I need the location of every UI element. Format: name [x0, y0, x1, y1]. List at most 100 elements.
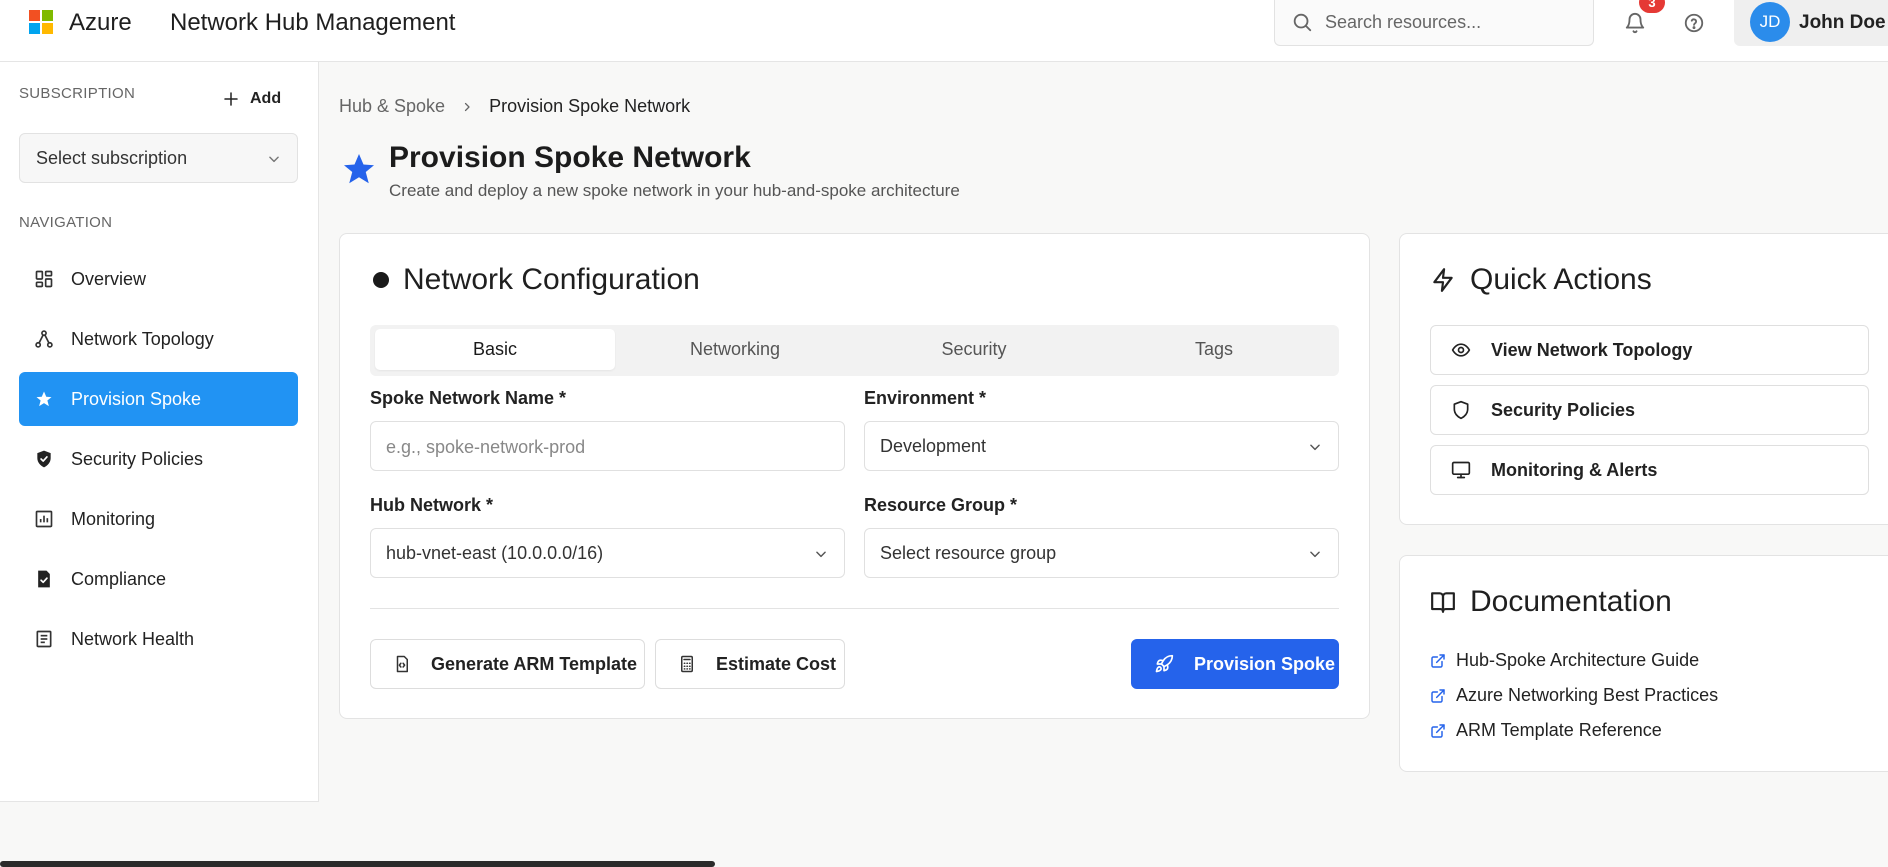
- button-label: Generate ARM Template: [431, 653, 638, 674]
- user-menu[interactable]: JD John Doe: [1734, 0, 1888, 46]
- navigation-section-label: NAVIGATION: [19, 214, 113, 231]
- card-header: Quick Actions: [1430, 263, 1652, 297]
- quick-action-label: View Network Topology: [1491, 339, 1693, 360]
- page-subtitle: Create and deploy a new spoke network in…: [389, 181, 960, 200]
- bell-icon: [1625, 13, 1645, 34]
- doc-link-arm-template-reference[interactable]: ARM Template Reference: [1430, 720, 1662, 741]
- quick-action-monitoring-alerts[interactable]: Monitoring & Alerts: [1430, 445, 1869, 495]
- breadcrumb-parent-link[interactable]: Hub & Spoke: [339, 96, 445, 117]
- list-icon: [33, 628, 55, 650]
- add-subscription-button[interactable]: Add: [222, 86, 281, 112]
- star-icon: [33, 388, 55, 410]
- card-header: Documentation: [1430, 585, 1672, 619]
- chevron-down-icon: [1310, 551, 1320, 558]
- book-icon: [1431, 592, 1455, 613]
- sidebar-item-security-policies[interactable]: Security Policies: [19, 432, 298, 486]
- tab-basic[interactable]: Basic: [375, 329, 615, 370]
- breadcrumb-current: Provision Spoke Network: [489, 96, 691, 116]
- hub-network-value: hub-vnet-east (10.0.0.0/16): [386, 543, 604, 563]
- search-box[interactable]: [1274, 0, 1594, 46]
- sidebar-item-label: Security Policies: [71, 448, 204, 469]
- search-input[interactable]: [1325, 8, 1575, 36]
- shield-icon: [1451, 400, 1471, 420]
- generate-arm-template-button[interactable]: Generate ARM Template: [370, 639, 645, 689]
- doc-link-label: Hub-Spoke Architecture Guide: [1456, 650, 1700, 670]
- resource-group-select[interactable]: Select resource group: [864, 528, 1339, 578]
- external-link-icon: [1431, 653, 1445, 668]
- doc-link-networking-best-practices[interactable]: Azure Networking Best Practices: [1430, 685, 1718, 706]
- notification-badge: 3: [1639, 0, 1665, 13]
- chevron-down-icon: [816, 551, 826, 558]
- doc-link-hub-spoke-guide[interactable]: Hub-Spoke Architecture Guide: [1430, 650, 1699, 671]
- sidebar-item-label: Overview: [71, 268, 147, 289]
- divider: [370, 608, 1339, 609]
- provision-spoke-button[interactable]: Provision Spoke: [1131, 639, 1339, 689]
- subscription-select-value: Select subscription: [36, 148, 188, 168]
- sidebar-item-overview[interactable]: Overview: [19, 252, 298, 306]
- quick-action-security-policies[interactable]: Security Policies: [1430, 385, 1869, 435]
- tab-tags[interactable]: Tags: [1094, 329, 1334, 370]
- top-bar: Azure Network Hub Management 3 JD John D…: [0, 0, 1888, 62]
- tab-security[interactable]: Security: [854, 329, 1094, 370]
- app-title: Network Hub Management: [170, 9, 456, 36]
- chevron-right-icon: [464, 102, 470, 111]
- sidebar: SUBSCRIPTION Add Select subscription NAV…: [0, 62, 319, 802]
- sidebar-item-compliance[interactable]: Compliance: [19, 552, 298, 606]
- sidebar-item-label: Network Topology: [71, 328, 214, 349]
- environment-label: Environment *: [864, 388, 987, 408]
- quick-action-view-topology[interactable]: View Network Topology: [1430, 325, 1869, 375]
- estimate-cost-button[interactable]: Estimate Cost: [655, 639, 845, 689]
- subscription-section-label: SUBSCRIPTION: [19, 85, 136, 102]
- spoke-name-label: Spoke Network Name *: [370, 388, 567, 408]
- card-header: Network Configuration: [373, 263, 700, 297]
- network-configuration-card: Network Configuration Basic Networking S…: [339, 233, 1370, 719]
- environment-value: Development: [880, 436, 987, 456]
- card-title: Network Configuration: [403, 263, 700, 296]
- sidebar-item-monitoring[interactable]: Monitoring: [19, 492, 298, 546]
- tab-networking[interactable]: Networking: [615, 329, 855, 370]
- user-name: John Doe: [1799, 12, 1886, 33]
- subscription-select[interactable]: Select subscription: [19, 133, 298, 183]
- search-icon: [1293, 13, 1312, 32]
- page-title: Provision Spoke Network: [389, 141, 751, 174]
- help-button[interactable]: [1679, 8, 1709, 38]
- hub-network-select[interactable]: hub-vnet-east (10.0.0.0/16): [370, 528, 845, 578]
- doc-link-label: ARM Template Reference: [1456, 720, 1662, 740]
- rocket-icon: [1154, 654, 1174, 674]
- quick-action-label: Monitoring & Alerts: [1491, 459, 1658, 480]
- avatar: JD: [1750, 2, 1790, 42]
- chevron-down-icon: [1310, 444, 1320, 451]
- resource-group-label: Resource Group *: [864, 495, 1018, 515]
- shield-check-icon: [33, 448, 55, 470]
- spoke-name-field[interactable]: [370, 421, 845, 471]
- monitor-icon: [1451, 460, 1471, 480]
- sidebar-item-provision-spoke[interactable]: Provision Spoke: [19, 372, 298, 426]
- quick-action-label: Security Policies: [1491, 399, 1636, 420]
- button-label: Provision Spoke: [1194, 653, 1336, 674]
- chart-icon: [33, 508, 55, 530]
- quick-actions-card: Quick Actions View Network Topology Secu…: [1399, 233, 1888, 525]
- bullet-icon: [373, 272, 389, 288]
- doc-link-label: Azure Networking Best Practices: [1456, 685, 1719, 705]
- help-icon: [1684, 13, 1704, 33]
- horizontal-scrollbar[interactable]: [0, 861, 715, 867]
- card-title: Quick Actions: [1470, 263, 1652, 296]
- star-icon: [344, 154, 374, 184]
- breadcrumb: Hub & Spoke Provision Spoke Network: [339, 96, 690, 117]
- external-link-icon: [1431, 688, 1445, 703]
- card-title: Documentation: [1470, 585, 1672, 618]
- sidebar-item-network-topology[interactable]: Network Topology: [19, 312, 298, 366]
- sidebar-item-label: Provision Spoke: [71, 388, 202, 409]
- external-link-icon: [1431, 723, 1445, 738]
- microsoft-logo: [29, 10, 53, 34]
- environment-select[interactable]: Development: [864, 421, 1339, 471]
- add-label: Add: [250, 90, 282, 107]
- config-tabs: Basic Networking Security Tags: [370, 325, 1339, 376]
- spoke-name-input[interactable]: [386, 435, 826, 459]
- grid-icon: [33, 268, 55, 290]
- file-check-icon: [33, 568, 55, 590]
- sidebar-item-network-health[interactable]: Network Health: [19, 612, 298, 666]
- lightning-icon: [1433, 268, 1453, 292]
- file-code-icon: [393, 655, 411, 673]
- button-label: Estimate Cost: [716, 653, 837, 674]
